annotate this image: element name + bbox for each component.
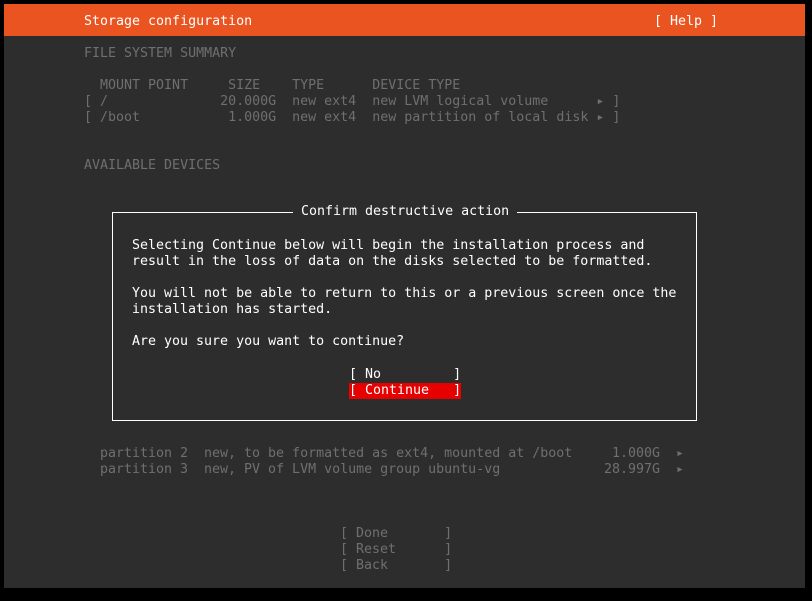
- partition-name: partition 3: [100, 462, 189, 477]
- partition-size: 1.000G: [612, 446, 661, 461]
- dialog-question: Are you sure you want to continue?: [132, 334, 405, 349]
- chevron-right-icon[interactable]: ▸ ]: [596, 94, 620, 109]
- dialog-message-line: You will not be able to return to this o…: [132, 286, 677, 301]
- reset-button[interactable]: [ Reset ]: [340, 542, 452, 558]
- page-title: Storage configuration: [84, 14, 253, 29]
- title-bar: Storage configuration [ Help ]: [4, 4, 805, 36]
- done-button[interactable]: [ Done ]: [340, 526, 452, 542]
- partition-name: partition 2: [100, 446, 189, 461]
- summary-heading: FILE SYSTEM SUMMARY: [84, 46, 237, 61]
- dialog-message-line: result in the loss of data on the disks …: [132, 254, 653, 269]
- confirm-dialog: Confirm destructive action Selecting Con…: [112, 204, 697, 421]
- back-button[interactable]: [ Back ]: [340, 558, 452, 574]
- dialog-message-line: Selecting Continue below will begin the …: [132, 238, 645, 253]
- summary-row-text: [ / 20.000G new ext4 new LVM logical vol…: [84, 94, 597, 109]
- summary-row-boot[interactable]: [ /boot 1.000G new ext4 new partition of…: [84, 110, 620, 126]
- chevron-right-icon[interactable]: ▸: [676, 446, 684, 462]
- dialog-title: Confirm destructive action: [293, 204, 518, 220]
- partition-size: 28.997G: [604, 462, 661, 477]
- summary-row-root[interactable]: [ / 20.000G new ext4 new LVM logical vol…: [84, 94, 620, 110]
- help-button[interactable]: [ Help ]: [654, 14, 718, 30]
- partition-desc: new, PV of LVM volume group ubuntu-vg: [204, 462, 501, 477]
- no-button[interactable]: [ No ]: [349, 367, 461, 383]
- partition-row-2[interactable]: partition 2 new, to be formatted as ext4…: [100, 446, 700, 462]
- partition-desc: new, to be formatted as ext4, mounted at…: [204, 446, 573, 461]
- installer-screen: Storage configuration [ Help ] FILE SYST…: [0, 0, 812, 601]
- continue-button[interactable]: [ Continue ]: [349, 383, 461, 399]
- chevron-right-icon[interactable]: ▸ ]: [596, 110, 620, 125]
- installer-content: Storage configuration [ Help ] FILE SYST…: [4, 4, 805, 588]
- chevron-right-icon[interactable]: ▸: [676, 462, 684, 478]
- available-heading: AVAILABLE DEVICES: [84, 158, 221, 173]
- summary-row-text: [ /boot 1.000G new ext4 new partition of…: [84, 110, 597, 125]
- partition-row-3[interactable]: partition 3 new, PV of LVM volume group …: [100, 462, 700, 478]
- dialog-message-line: installation has started.: [132, 302, 333, 317]
- summary-columns: MOUNT POINT SIZE TYPE DEVICE TYPE: [84, 78, 461, 93]
